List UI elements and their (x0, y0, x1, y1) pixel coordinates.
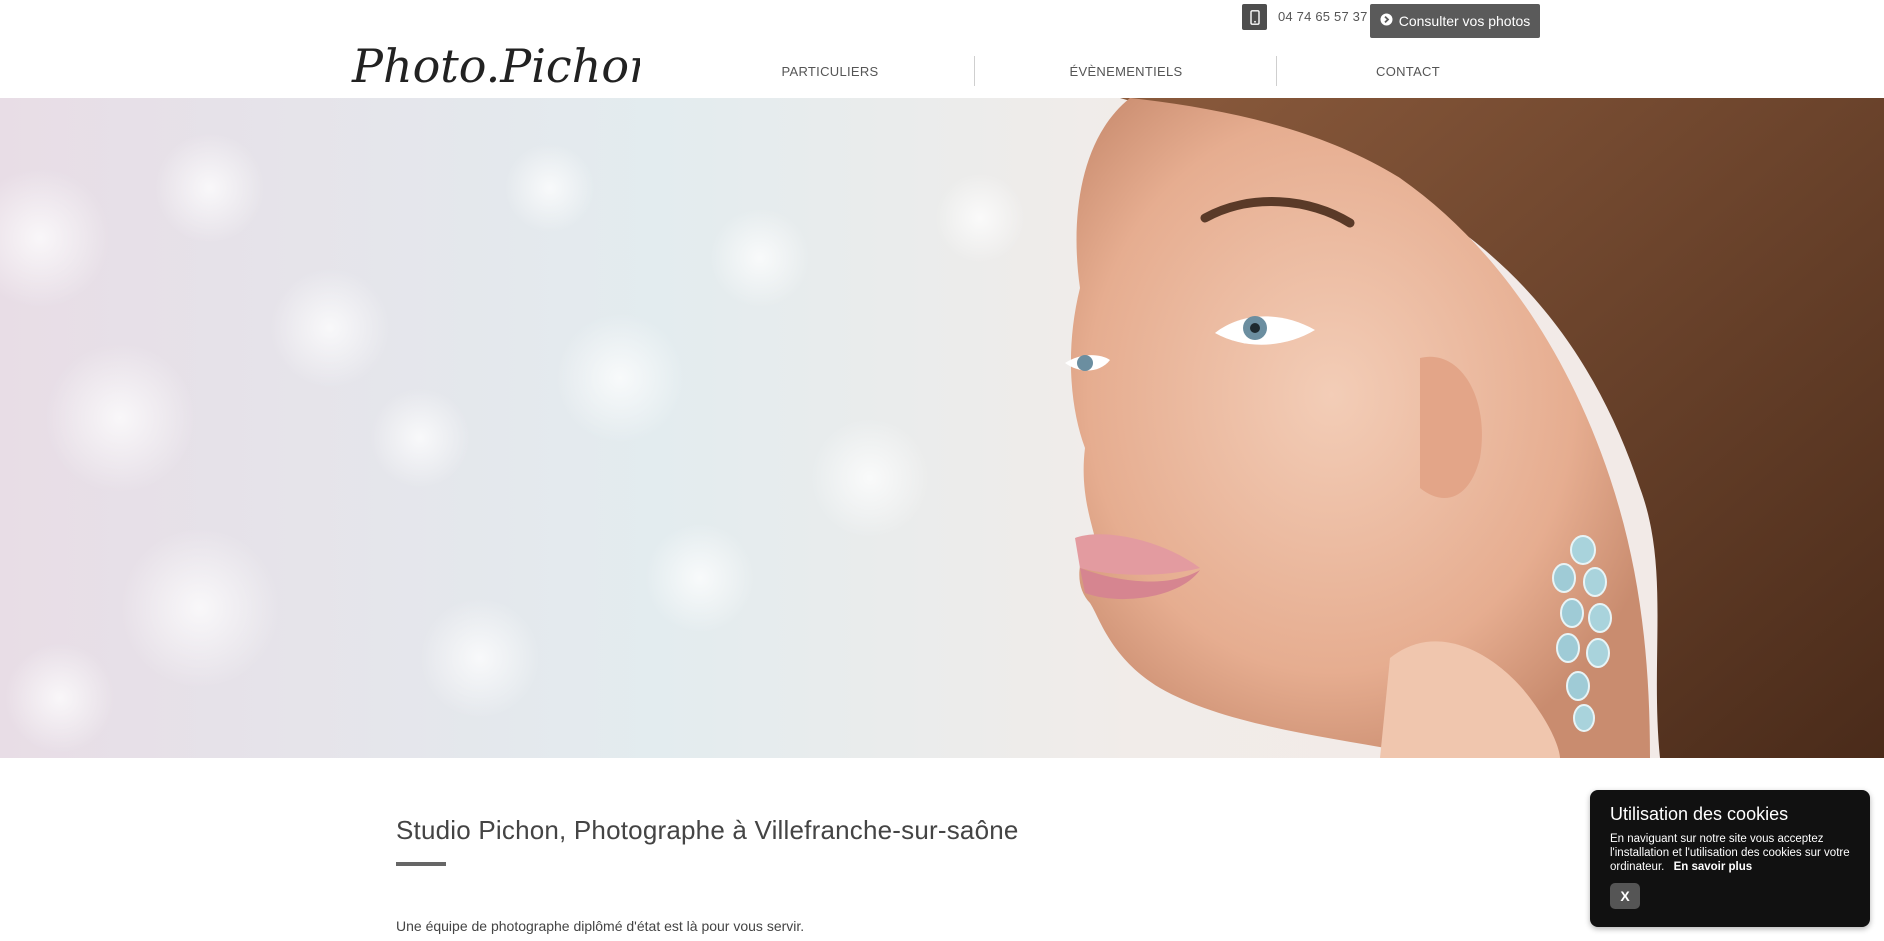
consult-photos-button[interactable]: Consulter vos photos (1370, 4, 1540, 38)
nav-particuliers[interactable]: PARTICULIERS (740, 50, 920, 92)
portrait-figure (1065, 98, 1884, 758)
nav-contact[interactable]: CONTACT (1318, 50, 1498, 92)
hero-image (0, 98, 1884, 758)
nav-label: ÉVÈNEMENTIELS (1069, 63, 1183, 79)
title-divider (396, 862, 446, 866)
cookie-close-button[interactable]: X (1610, 883, 1640, 909)
chevron-circle-right-icon (1380, 13, 1393, 29)
nav-divider (974, 56, 975, 86)
page-title: Studio Pichon, Photographe à Villefranch… (396, 815, 1019, 845)
cookie-title: Utilisation des cookies (1610, 804, 1789, 824)
logo-text: Photo.Pichon (351, 39, 640, 92)
phone-number: 04 74 65 57 37 (1278, 9, 1368, 24)
site-header: 04 74 65 57 37 Consulter vos photos Phot… (0, 0, 1884, 99)
intro-text: Une équipe de photographe diplômé d'état… (396, 918, 805, 934)
hero-banner (0, 98, 1884, 758)
nav-label: CONTACT (1376, 63, 1440, 79)
consult-photos-label: Consulter vos photos (1398, 13, 1531, 29)
nav-label: PARTICULIERS (781, 63, 879, 79)
nav-divider (1276, 56, 1277, 86)
cookie-banner: Utilisation des cookies En naviguant sur… (1590, 790, 1870, 927)
mobile-phone-icon (1242, 4, 1267, 30)
site-logo[interactable]: Photo.Pichon (350, 34, 659, 93)
nav-evenementiels[interactable]: ÉVÈNEMENTIELS (1036, 50, 1216, 92)
cookie-more-link[interactable]: En savoir plus (1674, 861, 1753, 873)
cookie-text: En naviguant sur notre site vous accepte… (1610, 832, 1860, 874)
